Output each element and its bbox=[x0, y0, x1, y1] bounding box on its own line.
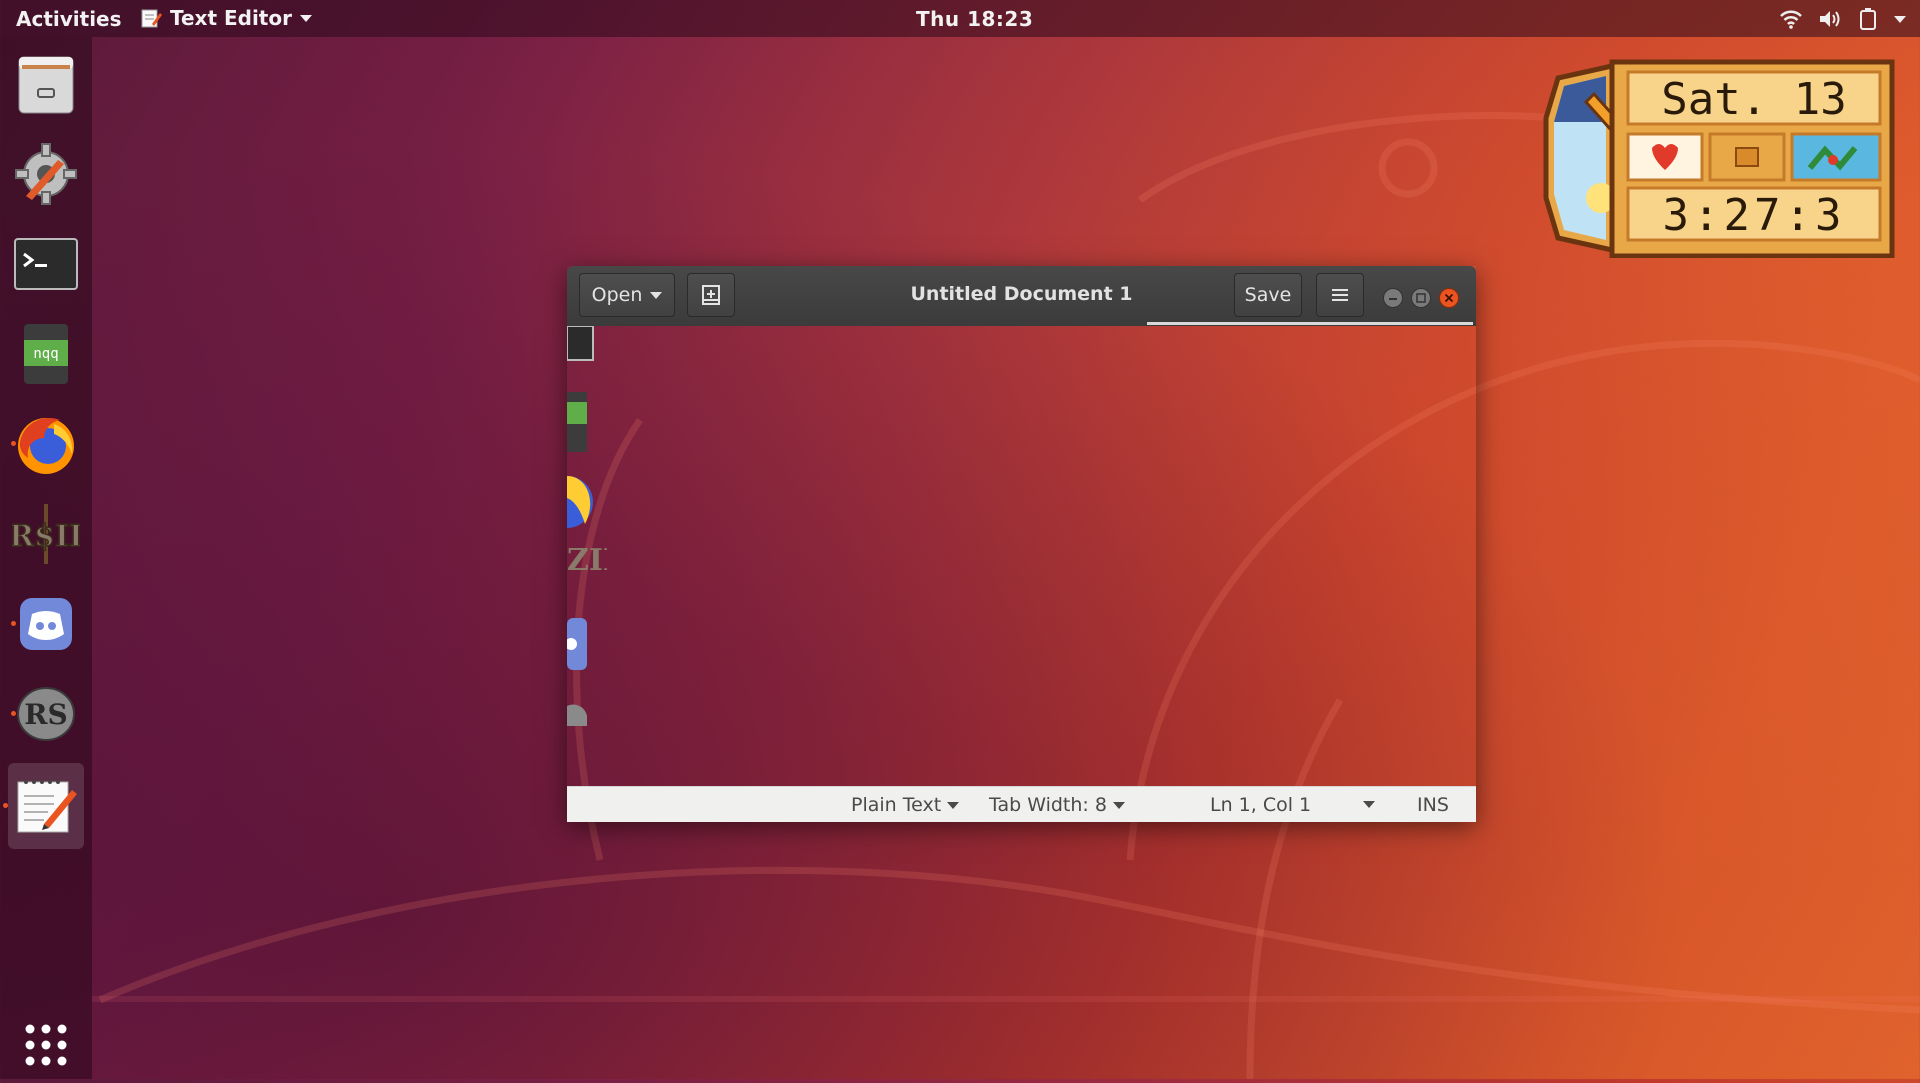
dock-item-runelite[interactable]: RS bbox=[8, 676, 84, 752]
transparent-dock-reflection: ZII bbox=[567, 326, 607, 726]
text-editor-window: Open Untitled Document 1 Save ZI Plain T… bbox=[567, 266, 1476, 822]
text-editor-area[interactable]: ZII bbox=[567, 326, 1476, 786]
minimize-button[interactable] bbox=[1383, 288, 1403, 308]
chevron-down-icon bbox=[1112, 801, 1125, 809]
battery-icon bbox=[1860, 8, 1876, 30]
running-indicator bbox=[3, 803, 8, 808]
stardew-clock-widget: Sat. 13 3:27:3 bbox=[1540, 58, 1895, 258]
dock: nqq R$II RS bbox=[0, 37, 92, 1079]
document-tab-indicator bbox=[1147, 322, 1473, 325]
maximize-icon bbox=[1416, 293, 1426, 303]
runelite-icon: RS bbox=[17, 687, 75, 741]
hamburger-menu-button[interactable] bbox=[1316, 273, 1364, 317]
system-tray[interactable] bbox=[1780, 8, 1906, 30]
dock-item-software-updater[interactable] bbox=[8, 136, 84, 212]
insert-mode-indicator[interactable]: INS bbox=[1417, 794, 1449, 816]
show-applications-button[interactable] bbox=[8, 1007, 84, 1083]
top-panel: Activities Text Editor Thu 18:23 bbox=[0, 0, 1920, 37]
runescape-icon: R$II bbox=[12, 504, 80, 564]
dock-item-text-editor[interactable] bbox=[3, 763, 84, 849]
close-icon bbox=[1444, 293, 1454, 303]
save-button[interactable]: Save bbox=[1234, 273, 1302, 317]
minimize-icon bbox=[1389, 298, 1397, 300]
chevron-down-icon bbox=[650, 291, 663, 299]
open-button-label: Open bbox=[591, 284, 643, 306]
svg-text:ZII: ZII bbox=[567, 543, 607, 578]
file-cabinet-icon bbox=[18, 56, 74, 114]
svg-text:R$II: R$II bbox=[12, 519, 80, 554]
language-label: Plain Text bbox=[851, 794, 942, 816]
svg-text:RS: RS bbox=[24, 698, 68, 731]
dock-item-discord[interactable] bbox=[8, 586, 84, 662]
dock-item-files[interactable] bbox=[8, 46, 84, 122]
header-bar: Open Untitled Document 1 Save bbox=[567, 266, 1476, 326]
svg-text:nqq: nqq bbox=[33, 346, 58, 362]
tab-width-selector[interactable]: Tab Width: 8 bbox=[989, 794, 1125, 816]
hamburger-menu-icon bbox=[1332, 289, 1348, 301]
running-indicator bbox=[11, 441, 16, 446]
widget-date: Sat. 13 bbox=[1661, 74, 1847, 125]
maximize-button[interactable] bbox=[1411, 288, 1431, 308]
dock-item-firefox[interactable] bbox=[8, 406, 84, 482]
firefox-icon bbox=[18, 418, 74, 474]
chevron-down-icon bbox=[299, 14, 312, 22]
running-indicator bbox=[11, 621, 16, 626]
status-bar: Plain Text Tab Width: 8 Ln 1, Col 1 INS bbox=[567, 786, 1476, 822]
cursor-position-selector[interactable]: Ln 1, Col 1 bbox=[1210, 794, 1311, 816]
dock-item-nqq[interactable]: nqq bbox=[8, 316, 84, 392]
close-button[interactable] bbox=[1439, 288, 1459, 308]
app-menu[interactable]: Text Editor bbox=[140, 6, 312, 30]
new-document-icon bbox=[702, 285, 720, 305]
volume-icon bbox=[1820, 11, 1840, 27]
tab-width-label: Tab Width: 8 bbox=[989, 794, 1107, 816]
text-editor-small-icon bbox=[141, 9, 162, 28]
discord-icon bbox=[20, 598, 72, 650]
chevron-down-icon bbox=[947, 801, 960, 809]
app-grid-icon bbox=[25, 1024, 67, 1066]
new-document-button[interactable] bbox=[687, 273, 735, 317]
activities-button[interactable]: Activities bbox=[16, 7, 122, 31]
system-menu-chevron-icon bbox=[1894, 15, 1906, 23]
language-selector[interactable]: Plain Text bbox=[851, 794, 960, 816]
settings-gear-wrench-icon bbox=[15, 143, 77, 205]
dock-item-terminal[interactable] bbox=[8, 226, 84, 302]
cursor-position-chevron-icon[interactable] bbox=[1363, 801, 1375, 808]
text-editor-icon bbox=[17, 780, 77, 833]
insert-mode-label: INS bbox=[1417, 794, 1449, 816]
clock[interactable]: Thu 18:23 bbox=[916, 7, 1033, 31]
cursor-position-label: Ln 1, Col 1 bbox=[1210, 794, 1312, 816]
app-menu-label: Text Editor bbox=[170, 6, 292, 30]
open-button[interactable]: Open bbox=[579, 273, 675, 317]
wifi-icon bbox=[1780, 10, 1802, 29]
terminal-icon bbox=[14, 238, 78, 290]
running-indicator bbox=[11, 711, 16, 716]
widget-time: 3:27:3 bbox=[1662, 190, 1846, 241]
dock-item-runescape[interactable]: R$II bbox=[8, 496, 84, 572]
notepadqq-icon: nqq bbox=[24, 324, 68, 384]
